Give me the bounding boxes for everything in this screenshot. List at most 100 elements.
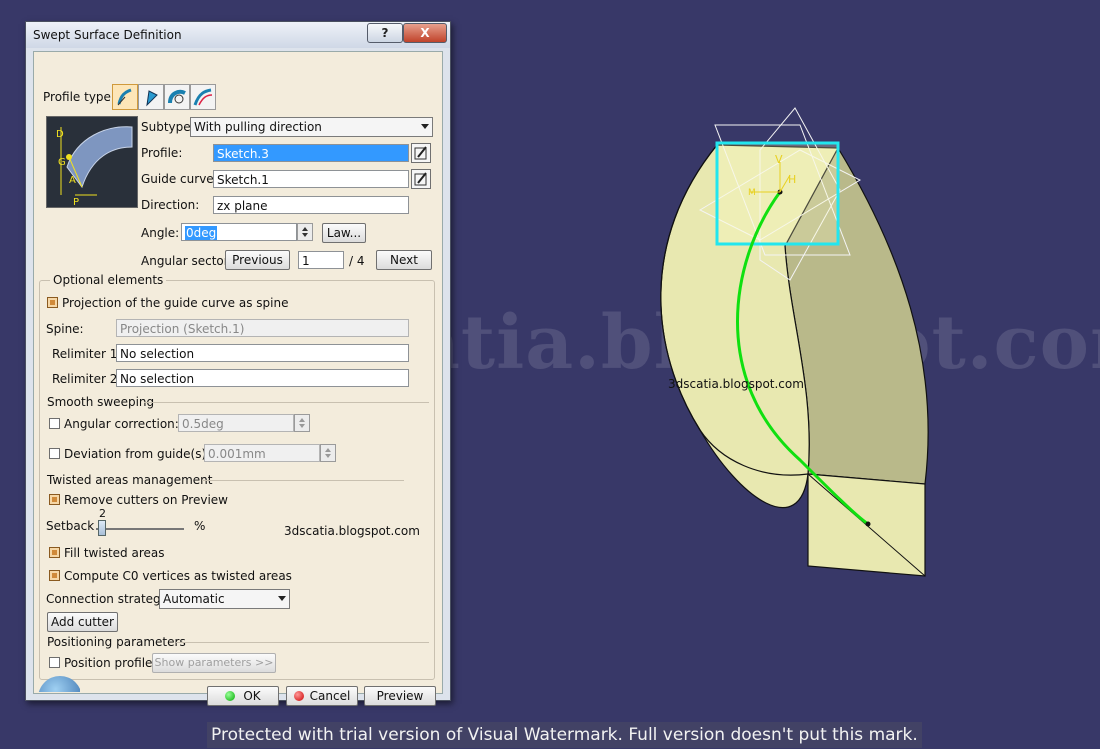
profile-type-explicit[interactable] [190, 84, 216, 110]
next-sector-button[interactable]: Next [376, 250, 432, 270]
angular-sector-label: Angular sector: [141, 254, 233, 268]
close-button[interactable]: X [403, 23, 447, 43]
angle-value: 0deg [185, 226, 218, 240]
ok-icon [225, 691, 236, 701]
remove-cutters-checkbox[interactable] [49, 494, 60, 505]
dialog-title: Swept Surface Definition [33, 28, 182, 42]
setback-unit: % [194, 519, 206, 533]
ok-button[interactable]: OK [207, 686, 279, 706]
cancel-label: Cancel [309, 689, 351, 703]
profile-type-circle[interactable] [138, 84, 164, 110]
ok-label: OK [243, 689, 261, 703]
projection-spine-checkbox[interactable] [47, 297, 58, 308]
angular-correction-checkbox[interactable] [49, 418, 60, 429]
chevron-down-icon [421, 124, 429, 129]
connection-strategy-label: Connection strategy: [46, 592, 171, 606]
profile-type-line[interactable] [112, 84, 138, 110]
twisted-areas-title: Twisted areas management [47, 473, 213, 487]
cancel-button[interactable]: Cancel [286, 686, 358, 706]
relimiter2-label: Relimiter 2: [52, 372, 122, 386]
subtype-select[interactable]: With pulling direction [190, 117, 433, 137]
smooth-sweeping-separator [144, 402, 429, 403]
setback-slider-track[interactable] [96, 528, 184, 530]
help-button[interactable]: ? [367, 23, 403, 43]
angle-label: Angle: [141, 226, 180, 240]
angular-correction-spinner[interactable] [294, 414, 310, 432]
add-cutter-button[interactable]: Add cutter [47, 612, 118, 632]
relimiter1-input[interactable]: No selection [116, 344, 409, 362]
fill-twisted-checkbox[interactable] [49, 547, 60, 558]
preview-label-g: G [58, 157, 66, 168]
positioning-separator [176, 642, 429, 643]
guide-curve-end [865, 521, 871, 527]
profile-input[interactable]: Sketch.3 [213, 144, 409, 162]
smooth-sweeping-title: Smooth sweeping [47, 395, 155, 409]
profile-sketch-edit-button[interactable] [411, 143, 431, 163]
setback-label: Setback [46, 519, 95, 533]
optional-elements-title: Optional elements [50, 273, 167, 287]
dialog-body: Profile type: D G A P Subtype: With pull… [33, 51, 443, 706]
swept-surface-dialog: Swept Surface Definition ? X Profile typ… [25, 21, 451, 706]
profile-label: Profile: [141, 146, 183, 160]
preview-button[interactable]: Preview [364, 686, 436, 706]
dialog-titlebar[interactable]: Swept Surface Definition ? X [26, 22, 450, 48]
preview-label-p: P [73, 197, 79, 207]
subtype-value: With pulling direction [194, 120, 322, 134]
setback-value: 2 [99, 507, 106, 520]
watermark-small-text: 3dscatia.blogspot.com [668, 377, 804, 391]
guide-curve-input[interactable]: Sketch.1 [213, 170, 409, 188]
axis-label-v: V [775, 153, 783, 166]
subtype-preview-image: D G A P [46, 116, 138, 208]
previous-sector-button[interactable]: Previous [225, 250, 290, 270]
globe-decoration [34, 670, 80, 692]
connection-strategy-select[interactable]: Automatic [159, 589, 290, 609]
chevron-down-icon [278, 596, 286, 601]
blog-watermark-text: 3dscatia.blogspot.com [284, 524, 420, 538]
conic-profile-icon [168, 89, 186, 104]
angle-input[interactable]: 0deg [181, 223, 297, 241]
spine-input[interactable]: Projection (Sketch.1) [116, 319, 409, 337]
subtype-label: Subtype: [141, 120, 195, 134]
position-profile-checkbox[interactable] [49, 657, 60, 668]
setback-slider-thumb[interactable] [98, 520, 106, 536]
axis-label-h: H [788, 173, 796, 186]
compute-c0-label: Compute C0 vertices as twisted areas [64, 569, 292, 583]
relimiter2-input[interactable]: No selection [116, 369, 409, 387]
deviation-label: Deviation from guide(s): [64, 447, 211, 461]
direction-input[interactable]: zx plane [213, 196, 409, 214]
preview-label-d: D [56, 129, 64, 140]
sector-total: / 4 [349, 254, 365, 268]
cancel-icon [293, 691, 304, 701]
angular-correction-input[interactable]: 0.5deg [178, 414, 294, 432]
preview-label-a: A [69, 175, 76, 186]
guide-curve-edit-button[interactable] [411, 169, 431, 189]
deviation-input[interactable]: 0.001mm [204, 444, 320, 462]
projection-spine-label: Projection of the guide curve as spine [62, 296, 289, 310]
trial-watermark-footer: Protected with trial version of Visual W… [207, 722, 922, 748]
line-profile-icon [117, 88, 132, 106]
circle-profile-icon [146, 90, 158, 107]
guide-curve-label: Guide curve: [141, 172, 218, 186]
connection-strategy-value: Automatic [163, 592, 225, 606]
direction-label: Direction: [141, 198, 200, 212]
sketch-edit-icon [414, 146, 427, 160]
profile-type-conic[interactable] [164, 84, 190, 110]
angle-spinner[interactable] [297, 223, 313, 241]
profile-type-label: Profile type: [43, 90, 115, 104]
spine-label: Spine: [46, 322, 84, 336]
twisted-areas-separator [202, 480, 404, 481]
positioning-title: Positioning parameters [47, 635, 186, 649]
sector-number-input[interactable]: 1 [298, 251, 344, 269]
deviation-spinner[interactable] [320, 444, 336, 462]
fill-twisted-label: Fill twisted areas [64, 546, 165, 560]
show-parameters-button[interactable]: Show parameters >> [152, 653, 276, 673]
remove-cutters-label: Remove cutters on Preview [64, 493, 228, 507]
compute-c0-checkbox[interactable] [49, 570, 60, 581]
sketch-edit-icon [414, 172, 427, 186]
angular-correction-label: Angular correction: [64, 417, 179, 431]
relimiter1-label: Relimiter 1: [52, 347, 122, 361]
deviation-checkbox[interactable] [49, 448, 60, 459]
position-profile-label: Position profile [64, 656, 153, 670]
law-button[interactable]: Law... [322, 223, 366, 243]
explicit-profile-icon [193, 88, 213, 106]
